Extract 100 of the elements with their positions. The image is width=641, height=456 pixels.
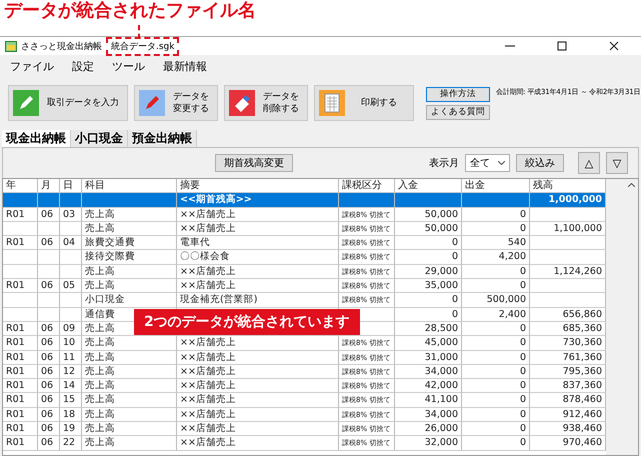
table-cell: 06 [38,408,60,422]
table-cell: 電車代 [177,236,339,250]
table-cell: 04 [60,236,82,250]
table-cell: 0 [462,436,530,451]
table-cell: 14 [60,379,82,394]
table-cell: 売上高 [82,364,177,380]
table-cell [60,222,82,236]
table-cell: 29,000 [395,264,462,280]
table-cell: <<期首残高>> [177,193,339,208]
help-button[interactable]: 操作方法 [426,86,490,102]
table-cell: 0 [462,364,530,380]
app-title: ささっと現金出納帳 [21,40,102,52]
table-cell: 34,000 [395,408,462,422]
table-cell [60,293,82,308]
table-cell: 売上高 [82,350,177,365]
down-button[interactable]: ▽ [606,152,628,174]
table-cell: 31,000 [395,350,462,365]
column-header[interactable]: 科目 [82,179,177,194]
table-cell: R01 [3,422,38,436]
table-cell: R01 [3,322,38,336]
table-cell: 売上高 [82,208,177,222]
table-cell: 1,000,000 [530,193,606,208]
column-header[interactable]: 日 [60,179,82,194]
column-header[interactable]: 入金 [395,179,462,194]
column-header[interactable]: 摘要 [177,179,339,194]
table-cell: 売上高 [82,436,177,451]
table-cell: 売上高 [82,279,177,294]
table-cell: 50,000 [395,222,462,236]
table-cell: 41,100 [395,393,462,408]
table-cell: ××店舗売上 [177,279,339,294]
document-icon [319,90,345,116]
column-header[interactable]: 課税区分 [339,179,395,194]
table-cell: 06 [38,350,60,365]
tab[interactable]: 現金出納帳 [2,130,71,147]
menu-item[interactable]: 設定 [72,58,94,74]
scroll-up-icon[interactable] [628,183,635,187]
table-cell: 0 [395,236,462,250]
table-cell: 795,360 [530,364,606,380]
table-cell: 45,000 [395,336,462,351]
table-cell: 売上高 [82,422,177,436]
leader-line [138,24,140,38]
toolbar-button[interactable]: データを 削除する [224,85,308,121]
table-cell: 06 [38,322,60,336]
eraser-icon [229,90,255,116]
table-cell: 50,000 [395,208,462,222]
table-cell [38,293,60,308]
table-cell: 0 [395,308,462,322]
table-cell: 06 [38,393,60,408]
table-cell: 1,100,000 [530,222,606,236]
column-header[interactable]: 年 [3,179,38,194]
filter-button[interactable]: 絞込み [516,154,564,172]
table-cell: R01 [3,364,38,380]
toolbar-button[interactable]: データを 変更する [134,85,218,121]
table-cell: 売上高 [82,222,177,236]
table-cell: R01 [3,236,38,250]
table-cell: 26,000 [395,422,462,436]
tab[interactable]: 小口現金 [71,130,128,147]
toolbar-button[interactable]: 印刷する [314,85,414,121]
table-cell: R01 [3,336,38,351]
table-cell [462,193,530,208]
toolbar-button[interactable]: 取引データを入力 [8,85,128,121]
table-cell: 18 [60,408,82,422]
table-cell: ××店舗売上 [177,393,339,408]
table-cell [38,222,60,236]
up-button[interactable]: △ [578,152,600,174]
table-cell: 0 [462,222,530,236]
table-cell: 06 [38,379,60,394]
column-header[interactable]: 月 [38,179,60,194]
table-cell: ××店舗売上 [177,422,339,436]
table-cell: ××店舗売上 [177,364,339,380]
column-header[interactable]: 残高 [530,179,606,194]
month-select[interactable]: 全て [465,154,510,172]
table-cell: 0 [462,379,530,394]
table-cell: 837,360 [530,379,606,394]
table-cell: 旅費交通費 [82,236,177,250]
tab[interactable]: 預金出納帳 [128,130,197,147]
table-cell [395,193,462,208]
table-cell: 970,460 [530,436,606,451]
column-header[interactable]: 出金 [462,179,530,194]
menu-item[interactable]: 最新情報 [163,58,207,74]
table-cell [60,250,82,265]
table-cell: 売上高 [82,393,177,408]
merge-notice-banner: 2つのデータが統合されています [134,309,360,335]
menu-item[interactable]: ファイル [10,58,54,74]
table-cell [60,264,82,280]
menu-item[interactable]: ツール [112,58,145,74]
table-cell: 売上高 [82,379,177,394]
table-cell: 0 [395,250,462,265]
table-cell: 2,400 [462,308,530,322]
opening-balance-button[interactable]: 期首残高変更 [215,154,293,172]
table-cell: 〇〇様会食 [177,250,339,265]
help-button[interactable]: よくある質問 [426,104,490,120]
table-cell: 22 [60,436,82,451]
table-cell: 0 [462,350,530,365]
pencil-icon [13,90,39,116]
table-cell: 06 [38,436,60,451]
table-cell: ××店舗売上 [177,208,339,222]
table-cell [339,193,395,208]
table-cell: 0 [462,393,530,408]
table-cell: R01 [3,436,38,451]
